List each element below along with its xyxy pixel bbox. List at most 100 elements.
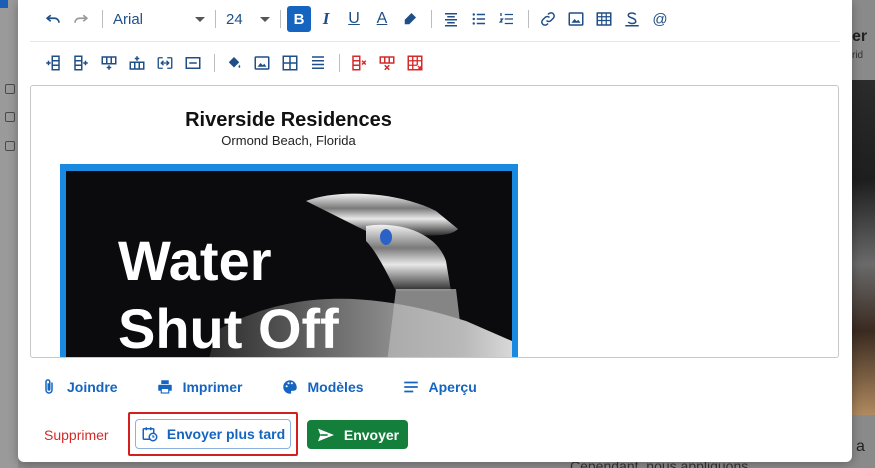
underline-button[interactable]: U: [341, 6, 367, 32]
background-text: a: [856, 438, 865, 455]
comment-icon: [5, 141, 15, 151]
insert-column-right-icon: [74, 55, 88, 71]
background-photo: [852, 80, 875, 415]
formatting-toolbar: Arial 24 B I U A @: [40, 4, 675, 34]
merge-cells-icon: [157, 57, 173, 69]
send-button[interactable]: Envoyer: [307, 420, 408, 449]
insert-row-above-icon: [129, 56, 145, 70]
palette-icon: [282, 380, 297, 394]
insert-image-button[interactable]: [563, 6, 589, 32]
preview-button[interactable]: Aperçu: [402, 378, 477, 396]
templates-button[interactable]: Modèles: [281, 378, 364, 396]
font-color-button[interactable]: A: [369, 6, 395, 32]
cell-align-button[interactable]: [305, 50, 331, 76]
background-left-rail: [0, 0, 18, 468]
flyer-line-2: Shut Off: [118, 297, 339, 358]
delete-button[interactable]: Supprimer: [44, 427, 109, 443]
font-size-value: 24: [226, 10, 243, 28]
vertical-align-icon: [312, 56, 324, 69]
delete-row-icon: [379, 56, 395, 71]
chevron-down-icon: [260, 16, 270, 22]
flyer-image: Water Shut Off: [60, 164, 518, 358]
paperclip-icon: [45, 379, 53, 394]
send-label: Envoyer: [343, 426, 400, 443]
italic-button[interactable]: I: [313, 6, 339, 32]
table-borders-button[interactable]: [277, 50, 303, 76]
bold-button[interactable]: B: [287, 6, 311, 32]
preview-label: Aperçu: [428, 379, 477, 395]
background-title: er: [852, 28, 868, 45]
undo-button[interactable]: [40, 6, 66, 32]
insert-column-left-button[interactable]: [40, 50, 66, 76]
send-icon: [317, 428, 334, 441]
toolbar-separator: [528, 10, 529, 28]
toolbar-separator: [339, 54, 340, 72]
image-icon: [254, 56, 270, 70]
insert-column-right-button[interactable]: [68, 50, 94, 76]
cell-image-button[interactable]: [249, 50, 275, 76]
numbered-list-icon: [498, 13, 513, 25]
highlight-button[interactable]: [397, 6, 423, 32]
delete-row-button[interactable]: [374, 50, 400, 76]
marker-icon: [404, 13, 416, 25]
clear-format-button[interactable]: [619, 6, 645, 32]
redo-button[interactable]: [68, 6, 94, 32]
delete-table-button[interactable]: [402, 50, 428, 76]
toolbar-separator: [280, 10, 281, 28]
background-subtitle: rid: [852, 50, 864, 61]
insert-table-button[interactable]: [591, 6, 617, 32]
compose-dialog: Arial 24 B I U A @ Riverside Residences …: [18, 0, 852, 462]
document-title: Riverside Residences: [185, 109, 392, 131]
align-center-button[interactable]: [438, 6, 464, 32]
background-right-panel: er rid a: [852, 0, 875, 468]
mention-button[interactable]: @: [647, 6, 673, 32]
print-button[interactable]: Imprimer: [156, 378, 243, 396]
document-subtitle: Ormond Beach, Florida: [221, 133, 356, 148]
font-size-select[interactable]: 24: [222, 6, 274, 32]
link-icon: [541, 12, 555, 26]
insert-row-above-button[interactable]: [124, 50, 150, 76]
image-icon: [568, 12, 584, 26]
borders-icon: [282, 55, 298, 71]
calendar-icon: [5, 112, 15, 122]
chevron-down-icon: [195, 16, 205, 22]
split-cells-icon: [185, 57, 201, 69]
message-editor[interactable]: Riverside Residences Ormond Beach, Flori…: [30, 85, 839, 358]
templates-label: Modèles: [307, 379, 364, 395]
toolbar-separator: [214, 54, 215, 72]
print-label: Imprimer: [182, 379, 243, 395]
toolbar-divider: [30, 41, 840, 42]
send-later-label: Envoyer plus tard: [166, 426, 286, 442]
strikethrough-icon: [625, 12, 639, 27]
merge-cells-button[interactable]: [152, 50, 178, 76]
font-family-value: Arial: [113, 10, 144, 28]
bullet-list-button[interactable]: [466, 6, 492, 32]
delete-table-icon: [407, 55, 423, 71]
undo-icon: [46, 14, 60, 23]
paint-bucket-icon: [228, 57, 241, 68]
flyer-headline: Water Shut Off: [118, 227, 339, 358]
delete-column-button[interactable]: [346, 50, 372, 76]
font-family-select[interactable]: Arial: [109, 6, 209, 32]
schedule-clock-icon: [142, 427, 158, 442]
bullet-list-icon: [472, 13, 485, 25]
flyer-line-1: Water: [118, 229, 272, 292]
numbered-list-button[interactable]: [494, 6, 520, 32]
attach-button[interactable]: Joindre: [40, 378, 118, 396]
delete-column-icon: [352, 55, 367, 71]
insert-column-left-icon: [46, 55, 60, 71]
split-cells-button[interactable]: [180, 50, 206, 76]
insert-link-button[interactable]: [535, 6, 561, 32]
insert-row-below-button[interactable]: [96, 50, 122, 76]
toolbar-separator: [431, 10, 432, 28]
compose-footer: Supprimer Envoyer plus tard Envoyer: [18, 412, 852, 456]
cell-fill-button[interactable]: [221, 50, 247, 76]
document-icon: [5, 84, 15, 94]
redo-icon: [74, 14, 88, 23]
toolbar-separator: [102, 10, 103, 28]
table-toolbar: [40, 48, 430, 78]
flyer-photo: Water Shut Off: [66, 171, 512, 358]
toolbar-separator: [215, 10, 216, 28]
send-later-button[interactable]: Envoyer plus tard: [135, 419, 291, 449]
background-accent: [0, 0, 8, 8]
